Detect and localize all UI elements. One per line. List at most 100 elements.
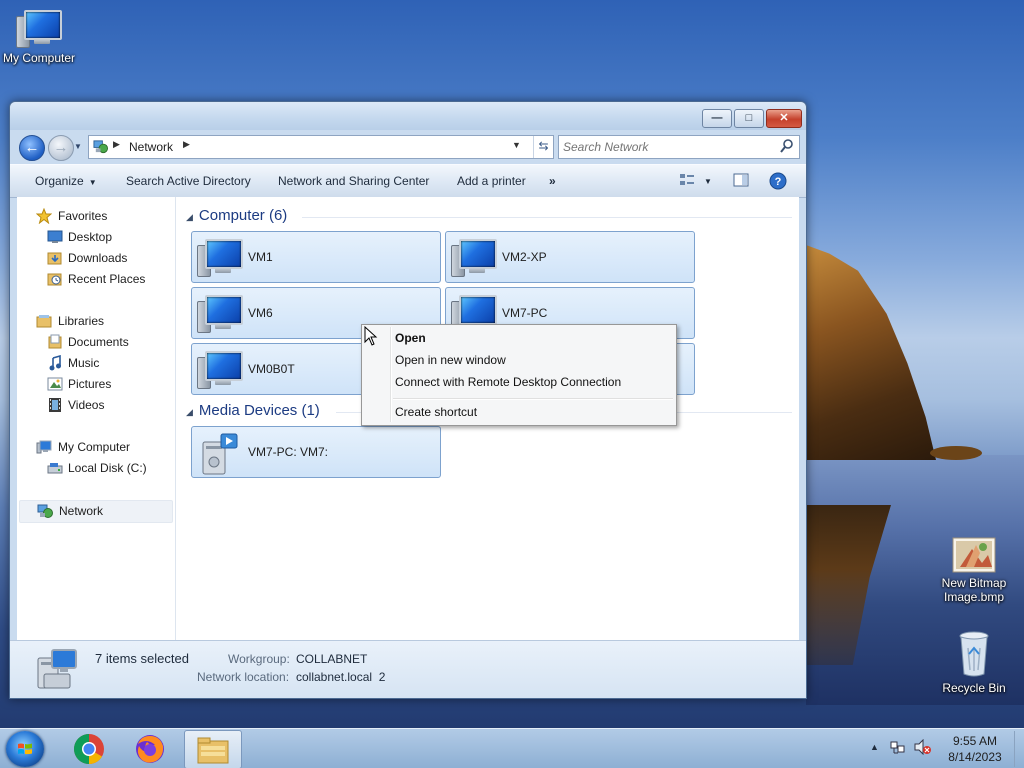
star-icon — [36, 208, 52, 224]
menu-item-remote-desktop[interactable]: Connect with Remote Desktop Connection — [395, 375, 621, 389]
nav-local-disk[interactable]: Local Disk (C:) — [17, 458, 173, 479]
show-hidden-icons-button[interactable]: ▲ — [870, 742, 879, 752]
more-commands-button[interactable]: » — [549, 174, 556, 188]
menu-item-create-shortcut[interactable]: Create shortcut — [395, 405, 477, 419]
nav-label: Downloads — [68, 251, 128, 265]
nav-videos[interactable]: Videos — [17, 395, 173, 416]
workgroup-label: Workgroup: — [228, 652, 290, 666]
network-tray-icon[interactable] — [890, 739, 906, 758]
group-divider — [302, 217, 792, 218]
nav-desktop[interactable]: Desktop — [17, 227, 173, 248]
nav-label: Documents — [68, 335, 129, 349]
computer-name: VM2-XP — [502, 250, 547, 264]
libraries-icon — [36, 315, 52, 328]
add-printer-button[interactable]: Add a printer — [457, 174, 526, 188]
taskbar-chrome[interactable] — [61, 730, 117, 767]
nav-label: Recent Places — [68, 272, 146, 286]
nav-documents[interactable]: Documents — [17, 332, 173, 353]
recent-places-icon — [47, 273, 62, 286]
nav-label: Local Disk (C:) — [68, 461, 147, 475]
address-dropdown-icon[interactable]: ▼ — [512, 140, 521, 150]
breadcrumb-network[interactable]: Network — [129, 140, 173, 154]
minimize-button[interactable]: — — [702, 109, 732, 128]
computer-tile[interactable]: VM1 — [191, 231, 441, 283]
view-dropdown-icon[interactable]: ▼ — [704, 177, 712, 186]
media-device-name: VM7-PC: VM7: — [248, 445, 329, 459]
svg-text:?: ? — [775, 176, 782, 188]
nav-label: My Computer — [58, 440, 131, 454]
search-box[interactable] — [558, 135, 800, 159]
menu-item-open[interactable]: Open — [395, 331, 426, 345]
preview-pane-icon — [733, 173, 749, 187]
breadcrumb-separator-icon[interactable]: ▶ — [183, 139, 190, 150]
nav-recent-places[interactable]: Recent Places — [17, 269, 173, 290]
chrome-icon — [73, 734, 104, 764]
videos-icon — [49, 398, 61, 412]
wallpaper-rock — [930, 446, 982, 460]
desktop-icon-my-computer[interactable]: My Computer — [0, 8, 80, 65]
search-active-directory-button[interactable]: Search Active Directory — [126, 174, 251, 188]
network-location-value: collabnet.local 2 — [296, 670, 386, 684]
search-input[interactable] — [561, 138, 775, 156]
network-computers-icon — [34, 646, 82, 692]
nav-my-computer[interactable]: My Computer — [17, 437, 173, 458]
firefox-icon — [136, 735, 164, 763]
group-header-media-devices[interactable]: ◢ Media Devices (1) — [186, 402, 320, 419]
minimize-icon: — — [711, 112, 723, 124]
show-desktop-button[interactable] — [1014, 731, 1024, 767]
computer-icon — [197, 237, 243, 277]
network-sharing-center-button[interactable]: Network and Sharing Center — [278, 174, 429, 188]
nav-label: Pictures — [68, 377, 112, 391]
bitmap-image-icon — [952, 537, 996, 573]
address-bar[interactable]: ▶ Network ▶ ▼ ⇆ — [88, 135, 554, 159]
help-icon: ? — [769, 172, 787, 190]
computer-icon — [36, 440, 52, 454]
nav-downloads[interactable]: Downloads — [17, 248, 173, 269]
close-button[interactable]: ✕ — [766, 109, 802, 128]
search-icon[interactable] — [779, 138, 795, 154]
start-button[interactable] — [6, 731, 44, 767]
volume-muted-icon — [914, 738, 931, 756]
back-button[interactable]: ← — [19, 135, 45, 161]
breadcrumb-separator-icon[interactable]: ▶ — [113, 139, 120, 150]
recent-pages-dropdown-icon[interactable]: ▼ — [74, 142, 82, 151]
computer-tile[interactable]: VM2-XP — [445, 231, 695, 283]
chevron-down-icon: ▼ — [88, 178, 97, 187]
title-bar[interactable]: — □ ✕ — [10, 102, 806, 130]
computer-name: VM7-PC — [502, 306, 548, 320]
desktop-icon-recycle-bin[interactable]: Recycle Bin — [933, 630, 1015, 695]
taskbar-firefox[interactable] — [122, 730, 178, 767]
taskbar-explorer[interactable] — [184, 730, 242, 768]
group-title: Media Devices (1) — [198, 402, 320, 419]
forward-button[interactable]: → — [48, 135, 74, 161]
clock-time: 9:55 AM — [952, 734, 998, 748]
desktop-icon-bitmap[interactable]: New Bitmap Image.bmp — [933, 537, 1015, 604]
nav-label: Videos — [68, 398, 105, 412]
group-header-computer[interactable]: ◢ Computer (6) — [186, 207, 287, 224]
desktop: My Computer New Bitmap Image.bmp Recycle… — [0, 0, 1024, 768]
menu-item-open-new-window[interactable]: Open in new window — [395, 353, 506, 367]
nav-pictures[interactable]: Pictures — [17, 374, 173, 395]
nav-libraries[interactable]: Libraries — [17, 311, 173, 332]
preview-pane-button[interactable] — [733, 173, 749, 190]
nav-music[interactable]: Music — [17, 353, 173, 374]
forward-arrow-icon: → — [53, 139, 69, 156]
nav-label: Favorites — [58, 209, 108, 223]
volume-tray-icon[interactable] — [914, 738, 932, 758]
nav-favorites[interactable]: Favorites — [17, 206, 173, 227]
desktop-icon-label: My Computer — [2, 51, 76, 65]
clock[interactable]: 9:55 AM 8/14/2023 — [940, 733, 1010, 765]
refresh-icon[interactable]: ⇆ — [533, 136, 553, 158]
context-menu: Open Open in new window Connect with Rem… — [361, 324, 677, 426]
nav-label: Libraries — [58, 314, 105, 328]
maximize-icon: □ — [745, 112, 753, 124]
clock-date: 8/14/2023 — [948, 750, 1002, 764]
change-view-button[interactable] — [679, 173, 695, 190]
group-title: Computer (6) — [198, 207, 288, 224]
media-device-tile[interactable]: VM7-PC: VM7: — [191, 426, 441, 478]
documents-icon — [48, 334, 62, 349]
organize-button[interactable]: Organize ▼ — [35, 174, 97, 188]
maximize-button[interactable]: □ — [734, 109, 764, 128]
nav-network[interactable]: Network — [19, 500, 173, 523]
help-button[interactable]: ? — [769, 172, 787, 193]
